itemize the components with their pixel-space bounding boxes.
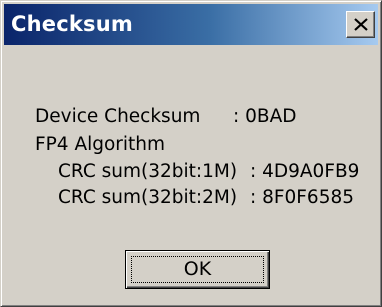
title-bar[interactable]: Checksum (4, 4, 378, 45)
window-title: Checksum (11, 12, 133, 36)
device-checksum-value: : 0BAD (233, 106, 297, 127)
crc-2m-label: CRC sum(32bit:2M) (58, 187, 238, 208)
ok-button-label: OK (183, 258, 212, 280)
crc-1m-value: : 4D9A0FB9 (250, 161, 360, 182)
algorithm-label: FP4 Algorithm (35, 134, 166, 155)
ok-button[interactable]: OK (125, 250, 270, 289)
checksum-dialog: Checksum Device Checksum : 0BAD FP4 Algo… (0, 0, 382, 307)
close-icon (354, 18, 368, 31)
crc-1m-label: CRC sum(32bit:1M) (58, 161, 238, 182)
close-button[interactable] (346, 11, 375, 38)
crc-2m-value: : 8F0F6585 (250, 187, 355, 208)
device-checksum-label: Device Checksum (35, 106, 201, 127)
